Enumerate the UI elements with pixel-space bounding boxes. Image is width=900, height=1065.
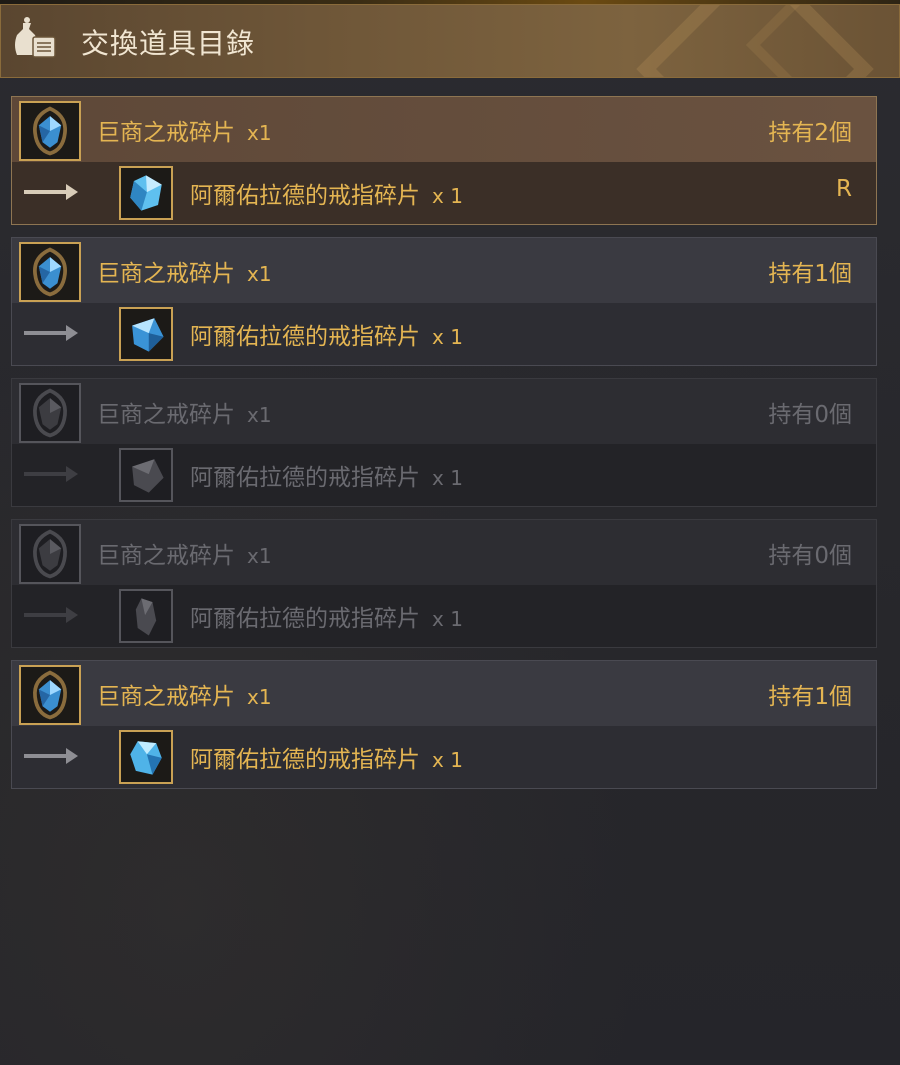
blue-crystal-ring-shard-icon: [19, 242, 81, 302]
blue-cube-shard-icon: [119, 166, 173, 220]
exchange-list: 巨商之戒碎片 x1 持有2個 阿爾佑拉德的戒指碎片 x 1 R 巨商之戒碎片 x1 持…: [11, 96, 877, 801]
arrow-right-icon: [24, 325, 78, 341]
window-header: 交換道具目錄: [0, 4, 900, 78]
target-item-name: 阿爾佑拉德的戒指碎片 x 1: [190, 465, 463, 491]
source-item-name: 巨商之戒碎片 x1: [97, 120, 272, 146]
blue-gem-shard-icon: [119, 730, 173, 784]
held-count: 持有2個: [768, 120, 852, 146]
source-row: 巨商之戒碎片 x1 持有1個: [12, 238, 876, 303]
source-item-name: 巨商之戒碎片 x1: [97, 261, 272, 287]
gray-splinter-shard-icon: [119, 589, 173, 643]
blue-crystal-ring-shard-icon: [19, 665, 81, 725]
blue-crystal-ring-shard-icon: [19, 101, 81, 161]
exchange-entry[interactable]: 巨商之戒碎片 x1 持有2個 阿爾佑拉德的戒指碎片 x 1 R: [11, 96, 877, 225]
held-count: 持有1個: [768, 684, 852, 710]
source-row: 巨商之戒碎片 x1 持有0個: [12, 520, 876, 585]
arrow-right-icon: [24, 607, 78, 623]
gray-ring-shard-icon: [19, 383, 81, 443]
source-item-name: 巨商之戒碎片 x1: [97, 543, 272, 569]
target-row: 阿爾佑拉德的戒指碎片 x 1: [12, 726, 876, 788]
arrow-right-icon: [24, 466, 78, 482]
held-count: 持有0個: [768, 402, 852, 428]
arrow-right-icon: [24, 184, 78, 200]
target-item-name: 阿爾佑拉德的戒指碎片 x 1: [190, 747, 463, 773]
blue-faceted-shard-icon: [119, 307, 173, 361]
held-count: 持有0個: [768, 543, 852, 569]
source-item-name: 巨商之戒碎片 x1: [97, 684, 272, 710]
gray-ring-shard-icon: [19, 524, 81, 584]
target-row: 阿爾佑拉德的戒指碎片 x 1: [12, 444, 876, 506]
window-title: 交換道具目錄: [81, 27, 256, 60]
source-item-name: 巨商之戒碎片 x1: [97, 402, 272, 428]
target-row: 阿爾佑拉德的戒指碎片 x 1: [12, 303, 876, 365]
exchange-entry[interactable]: 巨商之戒碎片 x1 持有0個 阿爾佑拉德的戒指碎片 x 1: [11, 378, 877, 507]
target-row: 阿爾佑拉德的戒指碎片 x 1 R: [12, 162, 876, 224]
exchange-entry[interactable]: 巨商之戒碎片 x1 持有1個 阿爾佑拉德的戒指碎片 x 1: [11, 660, 877, 789]
source-row: 巨商之戒碎片 x1 持有2個: [12, 97, 876, 162]
source-row: 巨商之戒碎片 x1 持有0個: [12, 379, 876, 444]
bag-scroll-icon: [11, 15, 61, 67]
source-row: 巨商之戒碎片 x1 持有1個: [12, 661, 876, 726]
target-row: 阿爾佑拉德的戒指碎片 x 1: [12, 585, 876, 647]
exchange-entry[interactable]: 巨商之戒碎片 x1 持有1個 阿爾佑拉德的戒指碎片 x 1: [11, 237, 877, 366]
arrow-right-icon: [24, 748, 78, 764]
target-item-name: 阿爾佑拉德的戒指碎片 x 1: [190, 183, 463, 209]
exchange-entry[interactable]: 巨商之戒碎片 x1 持有0個 阿爾佑拉德的戒指碎片 x 1: [11, 519, 877, 648]
held-count: 持有1個: [768, 261, 852, 287]
target-item-name: 阿爾佑拉德的戒指碎片 x 1: [190, 324, 463, 350]
gray-faceted-shard-icon: [119, 448, 173, 502]
target-item-name: 阿爾佑拉德的戒指碎片 x 1: [190, 606, 463, 632]
item-grade: R: [836, 176, 852, 202]
